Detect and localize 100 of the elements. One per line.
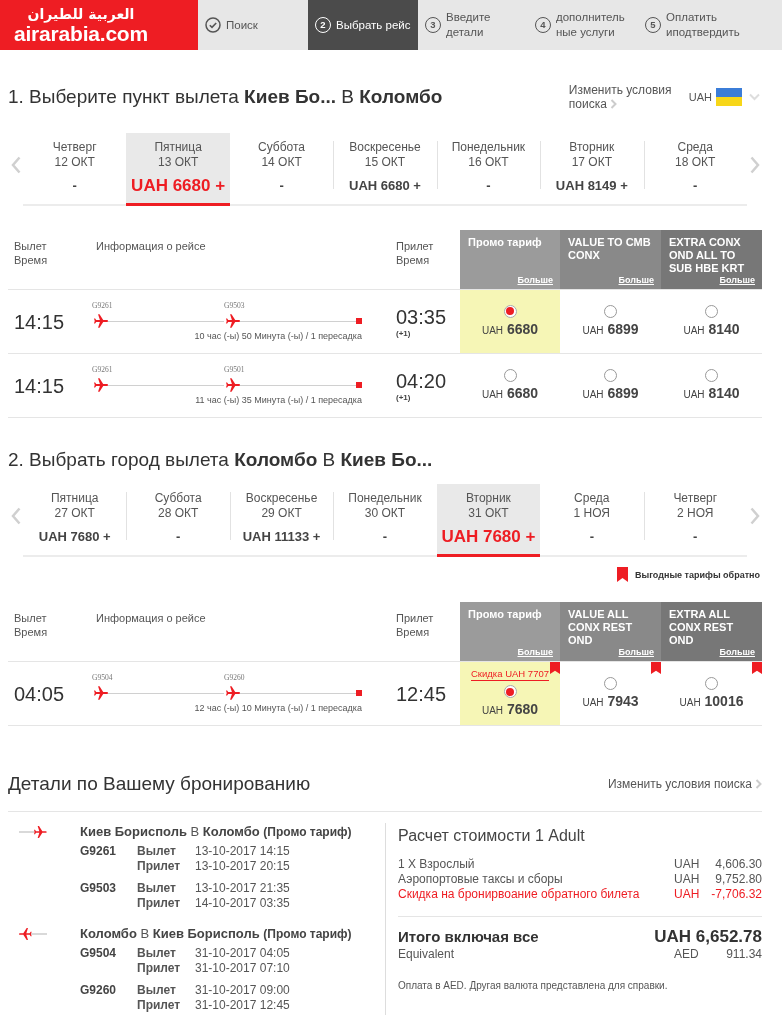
section-title: 2. Выбрать город вылета Коломбо В Киев Бо... (8, 448, 434, 472)
change-search-link[interactable]: Изменить условия поиска (568, 83, 681, 111)
fare-class-name: Промо тариф (468, 608, 543, 621)
leg-label: Вылет (137, 844, 177, 859)
more-link[interactable]: Больше (719, 275, 755, 286)
fare-radio[interactable] (705, 676, 718, 690)
more-link[interactable]: Больше (618, 275, 654, 286)
price-currency: UAH (674, 872, 701, 887)
fare-price: UAH 6899 (582, 320, 639, 339)
arrival-time: 12:45 (396, 681, 448, 706)
fare-radio[interactable] (705, 304, 718, 318)
step-label: дополнительные услуги (556, 10, 626, 40)
fare-radio[interactable] (604, 368, 617, 382)
date-tab[interactable]: Воскресенье 15 ОКТ UAH 6680 + (333, 133, 437, 206)
fare-class-name: EXTRA ALL CONX REST OND (669, 608, 735, 647)
arrival-time: 03:35 (396, 304, 448, 329)
next-day-label: (+1) (396, 328, 412, 339)
fare-class-name: VALUE ALL CONX REST OND (568, 608, 634, 647)
leg-label: Прилет (137, 859, 182, 874)
logo-text: airarabia.com (14, 23, 148, 44)
leg-time: 13-10-2017 21:35 (195, 881, 291, 896)
fare-radio[interactable] (503, 368, 517, 382)
fare-radio[interactable] (604, 304, 617, 318)
date-tab[interactable]: Четверг 2 НОЯ - (643, 484, 747, 557)
leg-label: Вылет (137, 983, 177, 998)
total-amount: UAH 6,652.78 (654, 927, 762, 947)
column-header: Прилет Время (396, 239, 434, 267)
step-label: Оплатить иподтвердить (666, 10, 741, 40)
change-search-link[interactable]: Изменить условия поиска (607, 777, 762, 791)
bookmark-icon (617, 567, 629, 582)
chevron-left-icon[interactable] (10, 506, 21, 525)
leg-label: Прилет (137, 961, 182, 976)
end-marker-icon (356, 690, 362, 696)
flight-number: G9503 (80, 881, 118, 896)
more-link[interactable]: Больше (719, 647, 755, 658)
departure-time: 14:15 (14, 373, 65, 398)
date-tab[interactable]: Понедельник 16 ОКТ - (436, 133, 541, 206)
flight-number: G9261 (80, 844, 118, 859)
payment-note: Оплата в AED. Другая валюта представлена для справки. (398, 979, 669, 992)
departure-time: 04:05 (14, 681, 65, 706)
step-label: Выбрать рейс (336, 17, 411, 33)
chevron-right-icon[interactable] (749, 506, 760, 525)
chevron-right-icon[interactable] (749, 155, 760, 174)
column-header: Прилет Время (396, 611, 434, 639)
flight-number: G9260 (80, 983, 118, 998)
fare-price: UAH 7680 (481, 701, 539, 719)
fare-class-name: VALUE TO CMB CONX (568, 236, 652, 262)
price-currency: UAH (674, 887, 701, 902)
date-tab[interactable]: Суббота 28 ОКТ - (126, 484, 230, 557)
fare-price: UAH 7943 (582, 692, 639, 711)
discount-label: Скидка UAH 7707 (471, 668, 549, 681)
leg-time: 13-10-2017 20:15 (195, 859, 291, 874)
departure-time: 14:15 (14, 309, 65, 334)
column-header: Информация о рейсе (96, 239, 207, 253)
legend-text: Выгодные тарифы обратно (635, 569, 760, 580)
logo-arabic-text: العربية للطيران (27, 6, 135, 23)
fare-radio[interactable] (503, 304, 517, 318)
date-tab[interactable]: Суббота 14 ОКТ - (229, 133, 334, 206)
more-link[interactable]: Больше (618, 647, 654, 658)
fare-price: UAH 6899 (582, 384, 639, 403)
price-label: Аэропортовые таксы и сборы (398, 872, 564, 887)
fare-radio[interactable] (705, 368, 718, 382)
leg-label: Прилет (137, 998, 182, 1013)
fare-price: UAH 6680 (481, 384, 539, 403)
leg-time: 31-10-2017 09:00 (195, 983, 291, 998)
airplane-icon (226, 686, 240, 700)
column-header: Вылет Время (14, 239, 48, 267)
date-tab[interactable]: Среда 18 ОКТ - (643, 133, 747, 206)
date-tab[interactable]: Вторник 17 ОКТ UAH 8149 + (540, 133, 644, 206)
chevron-right-icon (609, 99, 617, 109)
fare-price: UAH 10016 (679, 692, 744, 711)
step-label: Введите детали (446, 10, 492, 40)
date-tab[interactable]: Вторник 31 ОКТ UAH 7680 + (436, 484, 541, 557)
fare-class-name: Промо тариф (468, 236, 543, 249)
chevron-right-icon (755, 779, 762, 789)
currency-selector[interactable]: UAH (688, 88, 760, 106)
chevron-left-icon[interactable] (10, 155, 21, 174)
airplane-icon (94, 314, 108, 328)
date-tab[interactable]: Воскресенье 29 ОКТ UAH 11133 + (229, 484, 334, 557)
fare-class-name: EXTRA CONX OND ALL TO SUB HBE KRT (669, 236, 746, 275)
date-tab[interactable]: Понедельник 30 ОКТ - (333, 484, 437, 557)
flight-duration: 10 час (-ы) 50 Минута (-ы) / 1 пересадка (194, 331, 362, 342)
price-label: Скидка на бронирвоание обратного билета (398, 887, 641, 902)
step-label: Поиск (226, 17, 258, 33)
price-amount: 911.34 (725, 947, 762, 962)
date-tab[interactable]: Четверг 12 ОКТ - (23, 133, 127, 206)
fare-radio[interactable] (604, 676, 617, 690)
date-tab[interactable]: Пятница 27 ОКТ UAH 7680 + (23, 484, 127, 557)
price-amount: -7,706.32 (710, 887, 762, 902)
fare-radio[interactable] (503, 685, 517, 698)
date-tab[interactable]: Среда 1 НОЯ - (540, 484, 644, 557)
airplane-icon (19, 826, 47, 838)
date-tab[interactable]: Пятница 13 ОКТ UAH 6680 + (126, 133, 230, 206)
fare-price: UAH 8140 (683, 320, 740, 339)
leg-label: Прилет (137, 896, 182, 911)
leg-time: 31-10-2017 12:45 (195, 998, 291, 1013)
end-marker-icon (356, 382, 362, 388)
airplane-icon (19, 928, 47, 940)
flag-icon (716, 88, 742, 106)
flight-duration: 12 час (-ы) 10 Минута (-ы) / 1 пересадка (194, 703, 362, 714)
